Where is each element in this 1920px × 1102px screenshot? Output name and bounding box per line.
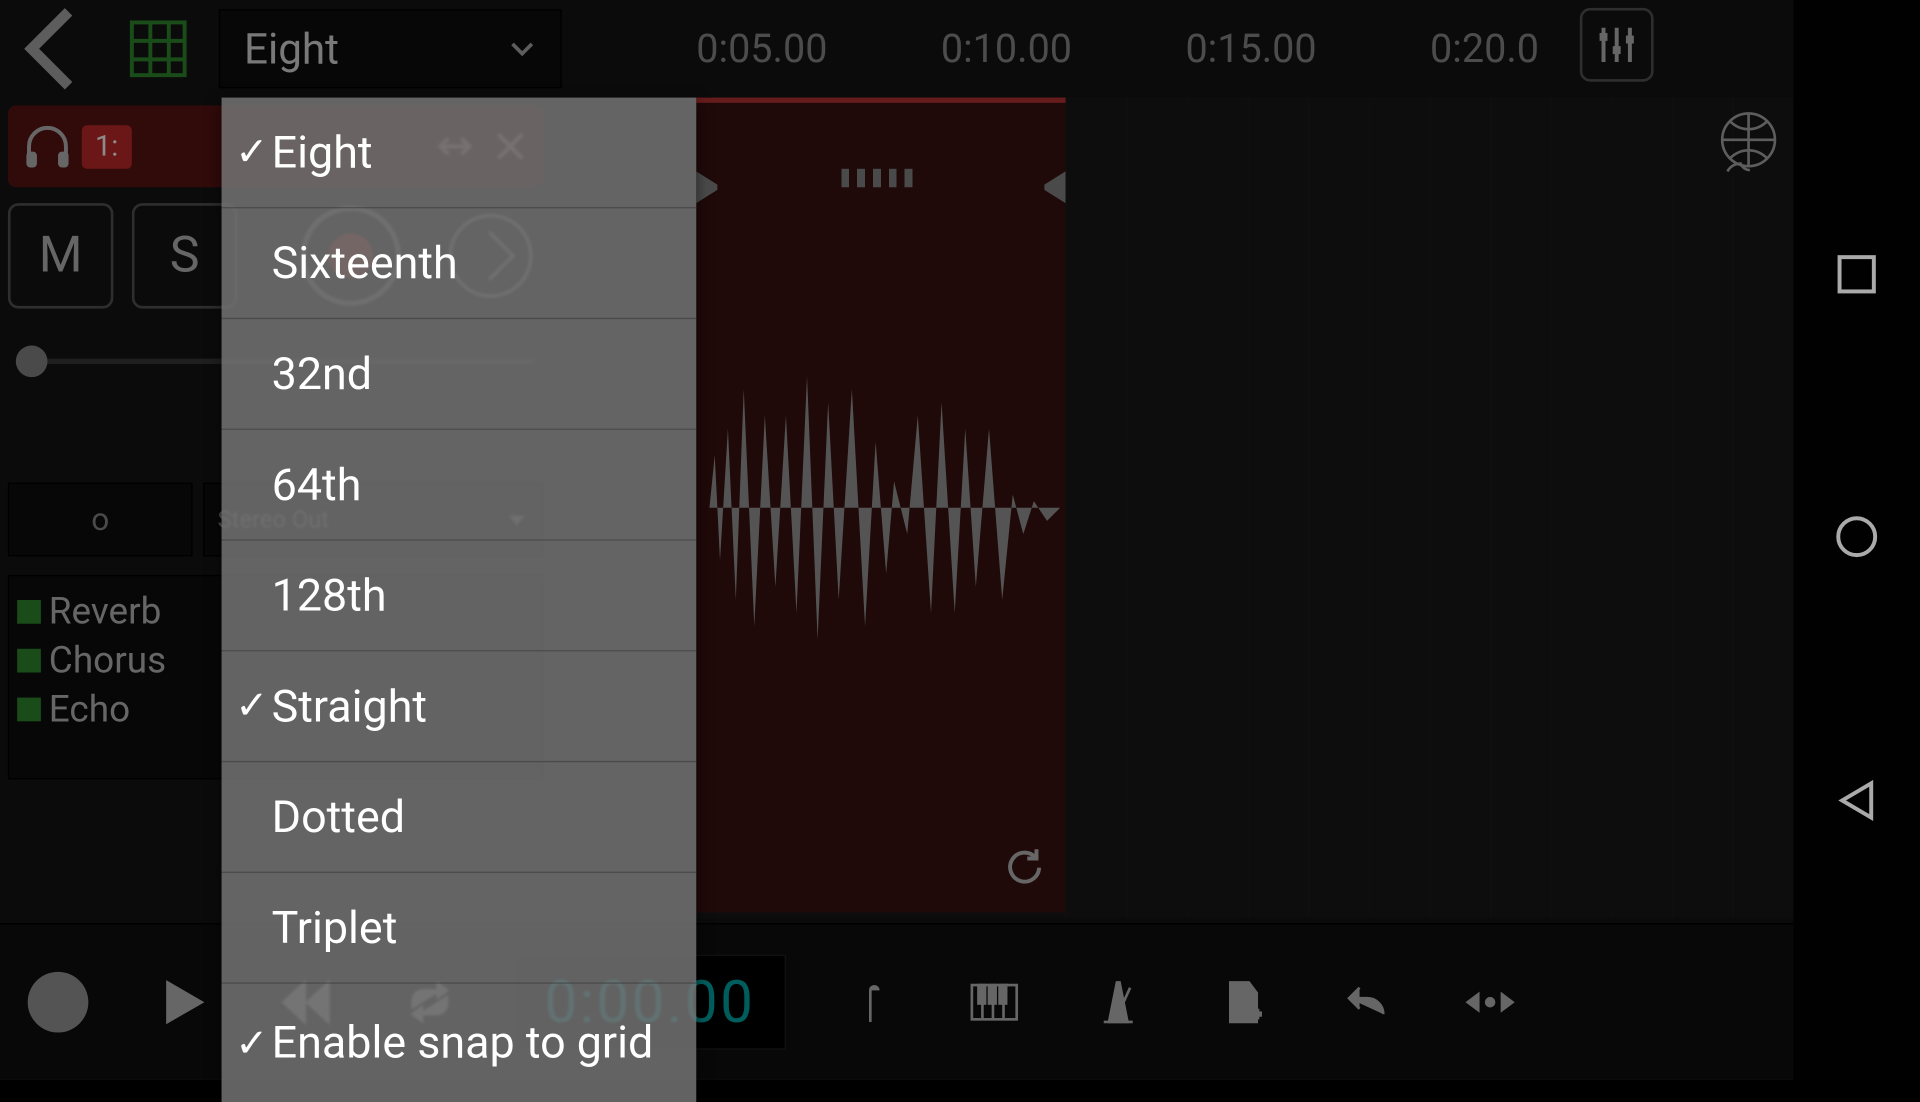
android-navbar bbox=[1793, 0, 1920, 1080]
tuner-icon[interactable] bbox=[831, 962, 910, 1041]
menu-item-128th[interactable]: 128th bbox=[222, 541, 697, 652]
ruler-tick: 0:15.00 bbox=[1185, 26, 1316, 72]
track-number: 1: bbox=[82, 125, 132, 169]
menu-item-label: 64th bbox=[272, 458, 362, 511]
check-icon: ✓ bbox=[232, 129, 272, 175]
menu-item-label: Eight bbox=[272, 126, 373, 179]
menu-item-label: Enable snap to grid bbox=[272, 1017, 654, 1070]
snap-grid-icon[interactable] bbox=[116, 13, 200, 84]
menu-item-triplet[interactable]: Triplet bbox=[222, 873, 697, 984]
menu-item-eight[interactable]: ✓ Eight bbox=[222, 98, 697, 209]
piano-icon[interactable] bbox=[955, 962, 1034, 1041]
play-button[interactable] bbox=[142, 962, 221, 1041]
app-stage: Eight 0:05.00 0:10.00 0:15.00 0:20.0 1: bbox=[0, 0, 1920, 1080]
io-channel-box[interactable]: o bbox=[8, 483, 193, 557]
mute-button[interactable]: M bbox=[8, 203, 113, 308]
grid-division-value: Eight bbox=[244, 24, 339, 74]
nav-home-button[interactable] bbox=[1832, 512, 1882, 567]
ruler-tick: 0:20.0 bbox=[1430, 26, 1539, 72]
time-ruler[interactable]: 0:05.00 0:10.00 0:15.00 0:20.0 bbox=[696, 0, 1640, 98]
audio-clip[interactable] bbox=[696, 98, 1065, 913]
menu-item-sixteenth[interactable]: Sixteenth bbox=[222, 208, 697, 319]
clip-trim-left[interactable] bbox=[696, 171, 728, 203]
menu-item-enable-snap[interactable]: ✓ Enable snap to grid bbox=[222, 984, 697, 1102]
menu-item-label: Straight bbox=[272, 680, 427, 733]
menu-item-label: Dotted bbox=[272, 791, 405, 844]
loop-icon[interactable] bbox=[1002, 844, 1047, 889]
record-button[interactable] bbox=[18, 962, 97, 1041]
menu-item-label: Sixteenth bbox=[272, 237, 458, 290]
menu-item-label: Triplet bbox=[272, 901, 398, 954]
add-track-icon[interactable] bbox=[1203, 962, 1282, 1041]
clip-trim-right[interactable] bbox=[1034, 171, 1066, 203]
clip-grip[interactable] bbox=[841, 169, 920, 187]
timeline[interactable] bbox=[551, 98, 1796, 918]
menu-item-label: 128th bbox=[272, 569, 387, 622]
chevron-down-icon bbox=[508, 34, 537, 63]
ruler-tick: 0:05.00 bbox=[696, 26, 827, 72]
nav-recent-button[interactable] bbox=[1832, 249, 1882, 304]
fx-label: Echo bbox=[49, 687, 130, 731]
fx-label: Reverb bbox=[49, 589, 162, 633]
check-icon: ✓ bbox=[232, 683, 272, 729]
ruler-tick: 0:10.00 bbox=[941, 26, 1072, 72]
menu-item-label: 32nd bbox=[272, 347, 372, 400]
top-toolbar: Eight 0:05.00 0:10.00 0:15.00 0:20.0 bbox=[0, 0, 1793, 98]
more-icon[interactable] bbox=[1450, 962, 1529, 1041]
back-button[interactable] bbox=[0, 0, 105, 98]
waveform bbox=[696, 336, 1065, 679]
nav-back-button[interactable] bbox=[1832, 776, 1882, 831]
menu-item-dotted[interactable]: Dotted bbox=[222, 762, 697, 873]
headphones-icon bbox=[21, 120, 74, 173]
fx-label: Chorus bbox=[49, 638, 166, 682]
menu-item-straight[interactable]: ✓ Straight bbox=[222, 651, 697, 762]
share-globe-icon[interactable] bbox=[1709, 105, 1788, 184]
metronome-icon[interactable] bbox=[1079, 962, 1158, 1041]
menu-item-32nd[interactable]: 32nd bbox=[222, 319, 697, 430]
grid-division-dropdown[interactable]: Eight bbox=[219, 9, 562, 88]
undo-button[interactable] bbox=[1326, 962, 1405, 1041]
mixer-button[interactable] bbox=[1580, 8, 1654, 82]
timeline-grid bbox=[1065, 98, 1796, 918]
grid-division-menu: ✓ Eight Sixteenth 32nd 64th 128th ✓ Stra… bbox=[222, 98, 697, 1102]
check-icon: ✓ bbox=[232, 1020, 272, 1066]
menu-item-64th[interactable]: 64th bbox=[222, 430, 697, 541]
